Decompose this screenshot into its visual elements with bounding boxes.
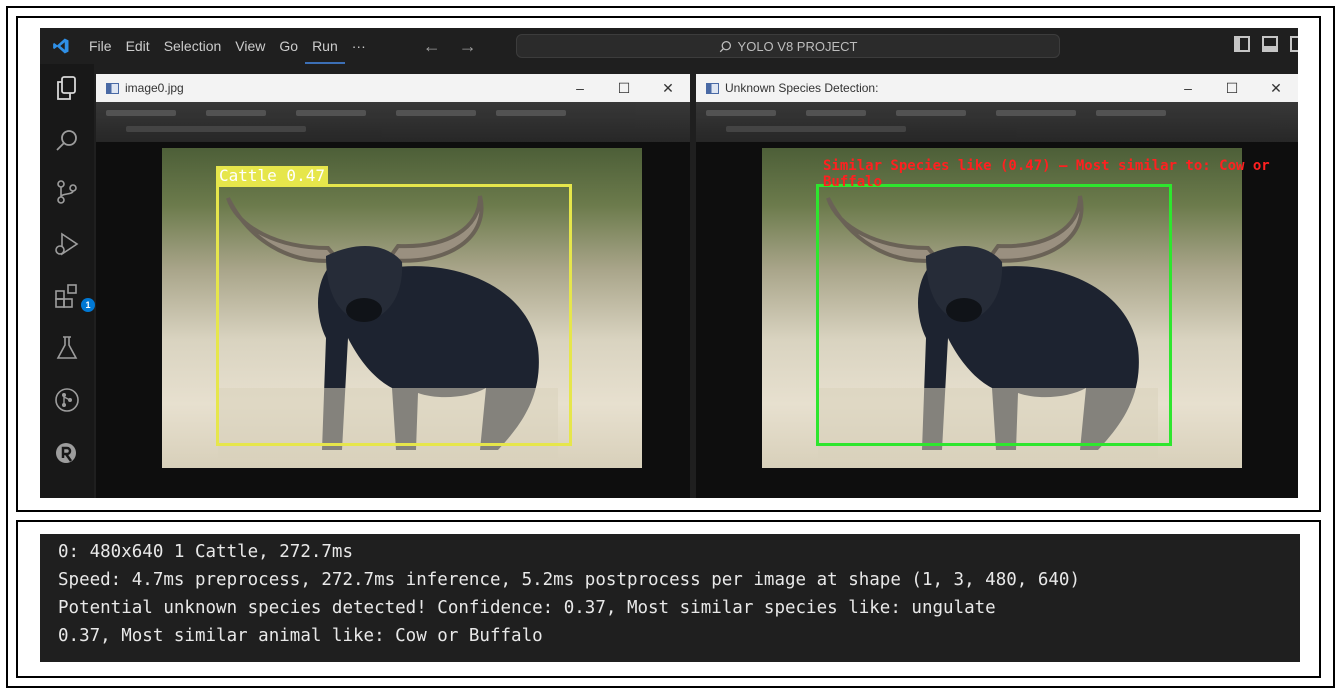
maximize-icon[interactable]: ☐	[602, 80, 646, 97]
toggle-sidebar-icon[interactable]	[1234, 36, 1250, 52]
image-window-right[interactable]: Unknown Species Detection: – ☐ ✕ Similar…	[696, 74, 1298, 498]
close-icon[interactable]: ✕	[1254, 80, 1298, 97]
title-bar: File Edit Selection View Go Run ··· ← → …	[40, 28, 1298, 64]
minimize-icon[interactable]: –	[1166, 80, 1210, 97]
extension-r-icon[interactable]	[53, 440, 81, 468]
menu-edit[interactable]: Edit	[119, 28, 157, 64]
image-app-icon	[106, 82, 119, 94]
menu-bar: File Edit Selection View Go Run ···	[82, 28, 373, 64]
toggle-panel-icon[interactable]	[1262, 36, 1278, 52]
detection-label-unknown: Similar Species like (0.47) – Most simil…	[823, 158, 1270, 190]
background-browser-tabs	[696, 102, 1298, 142]
menu-selection[interactable]: Selection	[157, 28, 229, 64]
back-arrow-icon[interactable]: ←	[423, 36, 441, 57]
menu-file[interactable]: File	[82, 28, 119, 64]
buffalo-photo	[762, 148, 1242, 468]
screenshot-panel: File Edit Selection View Go Run ··· ← → …	[16, 16, 1321, 512]
git-graph-icon[interactable]	[53, 386, 81, 414]
image-app-icon	[706, 82, 719, 94]
layout-controls	[1234, 36, 1298, 52]
vscode-window: File Edit Selection View Go Run ··· ← → …	[40, 28, 1298, 498]
menu-go[interactable]: Go	[272, 28, 305, 64]
menu-view[interactable]: View	[228, 28, 272, 64]
detection-label-cattle: Cattle 0.47	[216, 166, 328, 185]
command-center[interactable]: YOLO V8 PROJECT	[516, 34, 1060, 58]
terminal-line: 0: 480x640 1 Cattle, 272.7ms	[58, 542, 354, 562]
window-title: image0.jpg	[125, 81, 184, 95]
explorer-icon[interactable]	[53, 74, 81, 102]
terminal-line: Potential unknown species detected! Conf…	[58, 598, 996, 618]
terminal-panel: 0: 480x640 1 Cattle, 272.7ms Speed: 4.7m…	[16, 520, 1321, 678]
close-icon[interactable]: ✕	[646, 80, 690, 97]
extensions-badge: 1	[81, 298, 95, 312]
forward-arrow-icon[interactable]: →	[459, 36, 477, 57]
vscode-logo-icon[interactable]	[40, 28, 82, 64]
activity-bar: 1	[40, 64, 95, 498]
maximize-icon[interactable]: ☐	[1210, 80, 1254, 97]
buffalo-photo: Cattle 0.47	[162, 148, 642, 468]
detection-box-unknown	[816, 184, 1172, 446]
terminal-line: Speed: 4.7ms preprocess, 272.7ms inferen…	[58, 570, 1080, 590]
menu-run[interactable]: Run	[305, 28, 345, 64]
workspace-title: YOLO V8 PROJECT	[737, 38, 858, 54]
minimize-icon[interactable]: –	[558, 80, 602, 97]
extensions-icon[interactable]: 1	[53, 282, 95, 312]
search-icon[interactable]	[53, 126, 81, 154]
source-control-icon[interactable]	[53, 178, 81, 206]
window-title-bar: Unknown Species Detection: – ☐ ✕	[696, 74, 1298, 102]
image-window-left[interactable]: image0.jpg – ☐ ✕ Cattle 0.47	[96, 74, 690, 498]
background-browser-tabs	[96, 102, 690, 142]
run-debug-icon[interactable]	[53, 230, 81, 258]
terminal-line: 0.37, Most similar animal like: Cow or B…	[58, 626, 543, 646]
image-canvas: Cattle 0.47	[96, 102, 690, 498]
testing-icon[interactable]	[53, 334, 81, 362]
toggle-secondary-sidebar-icon[interactable]	[1290, 36, 1298, 52]
detection-box-cattle	[216, 184, 572, 446]
window-title: Unknown Species Detection:	[725, 81, 879, 95]
menu-more[interactable]: ···	[345, 28, 373, 64]
search-small-icon	[719, 40, 731, 52]
terminal-output[interactable]: 0: 480x640 1 Cattle, 272.7ms Speed: 4.7m…	[40, 534, 1300, 662]
nav-arrows: ← →	[423, 36, 477, 57]
window-title-bar: image0.jpg – ☐ ✕	[96, 74, 690, 102]
image-canvas: Similar Species like (0.47) – Most simil…	[696, 102, 1298, 498]
